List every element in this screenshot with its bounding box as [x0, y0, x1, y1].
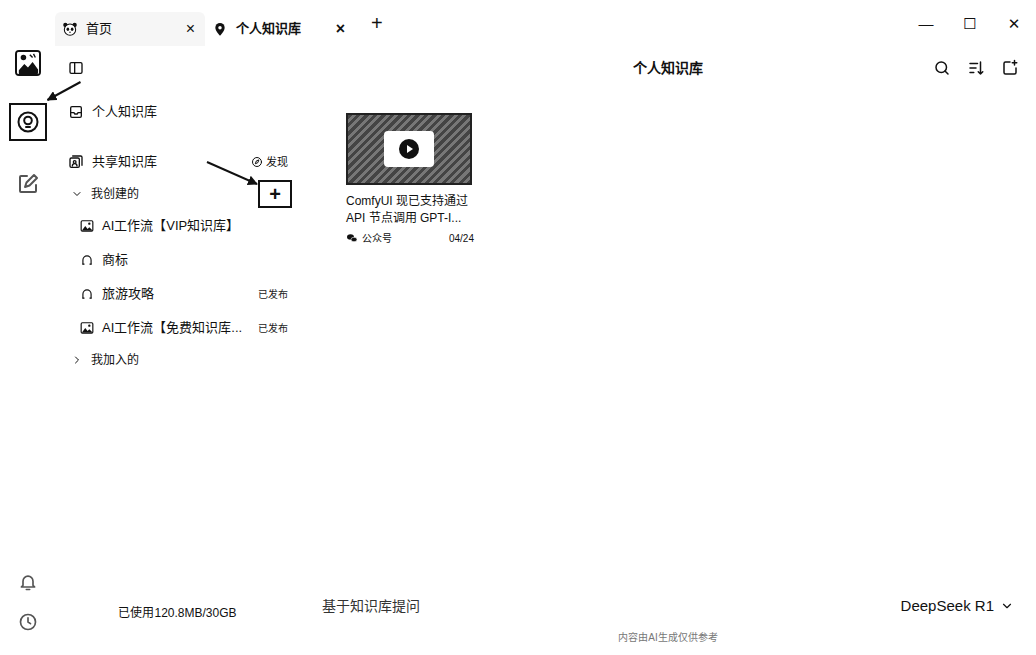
tab-label: 首页: [86, 19, 176, 39]
published-status: 已发布: [258, 287, 288, 302]
chevron-down-icon: [71, 188, 83, 200]
published-status: 已发布: [258, 321, 288, 336]
knowledge-base-item[interactable]: AI工作流【免费知识库... 已发布: [55, 311, 300, 345]
arch-icon: [80, 253, 94, 267]
bell-icon: [18, 572, 38, 592]
section-label: 个人知识库: [92, 102, 288, 122]
question-input[interactable]: [322, 592, 889, 621]
app-window: 首页 × 个人知识库 × + —☐✕ 个人知识库共享知识库 发现我创建的 + AI工作流【V…: [0, 0, 1036, 655]
card-grid: ComfyUI 现已支持通过 API 节点调用 GPT-I... 公众号 04/24: [300, 90, 1036, 586]
article-meta: 公众号 04/24: [346, 231, 474, 246]
annotation-arrow: [48, 82, 81, 100]
model-name: DeepSeek R1: [901, 595, 994, 618]
tab-close-button[interactable]: ×: [334, 21, 347, 37]
knowledge-base-item[interactable]: AI工作流【VIP知识库】: [55, 209, 300, 243]
article-source: 公众号: [346, 231, 392, 246]
rail-button[interactable]: [13, 107, 43, 137]
source-label: 公众号: [362, 231, 392, 246]
item-label: 旅游攻略: [102, 284, 250, 304]
user-avatar[interactable]: [15, 50, 41, 76]
add-note-icon: [1001, 59, 1019, 77]
main-panel: 个人知识库 ComfyUI 现已支持通过 API 节点调用 GPT-I... 公众号…: [300, 46, 1036, 655]
search-icon: [933, 59, 951, 77]
close-button[interactable]: ✕: [992, 6, 1036, 40]
image-icon: [80, 219, 94, 233]
chat-row: DeepSeek R1: [322, 586, 1014, 626]
inbox-icon: [68, 104, 84, 120]
group-label: 我加入的: [91, 351, 292, 369]
rail-bottom: [13, 567, 43, 637]
discover-link[interactable]: 发现: [251, 154, 288, 171]
article-card[interactable]: ComfyUI 现已支持通过 API 节点调用 GPT-I... 公众号 04/24: [346, 113, 474, 246]
image-icon: [80, 321, 94, 335]
history-button[interactable]: [13, 607, 43, 637]
annotation-layer: [0, 0, 1036, 655]
storage-usage: 已使用120.8MB/30GB: [55, 604, 300, 655]
tab-bar: 首页 × 个人知识库 × + —☐✕: [0, 0, 1036, 46]
article-date: 04/24: [449, 231, 474, 246]
annotation-arrow: [207, 162, 257, 184]
addnote-button[interactable]: [1000, 58, 1020, 78]
rail-highlight-box: [9, 165, 47, 203]
panda-icon: [62, 21, 78, 37]
sort-icon: [967, 59, 985, 77]
sort-button[interactable]: [966, 58, 986, 78]
notifications-button[interactable]: [13, 567, 43, 597]
add-knowledge-base-button[interactable]: +: [258, 180, 292, 208]
panel-toggle-icon[interactable]: [68, 60, 84, 76]
tab[interactable]: 首页 ×: [55, 12, 205, 46]
sidebar-section[interactable]: 个人知识库: [55, 95, 300, 129]
ai-disclaimer: 内容由AI生成仅供参考: [322, 630, 1014, 645]
new-tab-area: +: [355, 13, 393, 33]
item-label: AI工作流【免费知识库...: [102, 318, 250, 338]
thumbnail-frame: [384, 131, 434, 167]
knowledge-base-item[interactable]: 旅游攻略已发布: [55, 277, 300, 311]
main-header: 个人知识库: [300, 46, 1036, 90]
group-header[interactable]: 我创建的 +: [55, 179, 300, 209]
sidebar-header: [55, 46, 300, 90]
window-controls: —☐✕: [904, 6, 1036, 40]
model-selector[interactable]: DeepSeek R1: [901, 595, 1014, 618]
chevron-right-icon: [71, 354, 83, 366]
body-area: 个人知识库共享知识库发现我创建的+AI工作流【VIP知识库】商标旅游攻略已发布A…: [0, 46, 1036, 655]
knowledge-base-item[interactable]: 商标: [55, 243, 300, 277]
icon-rail: [0, 46, 55, 655]
section-label: 共享知识库: [92, 152, 243, 172]
item-label: 商标: [102, 250, 288, 270]
item-label: AI工作流【VIP知识库】: [102, 216, 288, 236]
chat-bar: DeepSeek R1 内容由AI生成仅供参考: [300, 586, 1036, 655]
sidebar-list: 个人知识库共享知识库发现我创建的+AI工作流【VIP知识库】商标旅游攻略已发布A…: [55, 90, 300, 604]
rail-highlight-box: [9, 103, 47, 141]
location-pin-icon: [212, 21, 228, 37]
group-header[interactable]: 我加入的: [55, 345, 300, 375]
search-button[interactable]: [932, 58, 952, 78]
compass-icon: [251, 156, 263, 168]
tab-list: 首页 × 个人知识库 ×: [55, 12, 355, 46]
toolbar: [932, 58, 1020, 78]
article-title: ComfyUI 现已支持通过 API 节点调用 GPT-I...: [346, 193, 474, 227]
tab-label: 个人知识库: [236, 19, 326, 39]
group-label: 我创建的: [91, 185, 250, 203]
article-thumbnail: [346, 113, 472, 185]
sidebar: 个人知识库共享知识库发现我创建的+AI工作流【VIP知识库】商标旅游攻略已发布A…: [55, 46, 300, 655]
tab[interactable]: 个人知识库 ×: [205, 12, 355, 46]
new-tab-button[interactable]: +: [361, 13, 393, 33]
rail-button[interactable]: [13, 169, 43, 199]
arch-icon: [80, 287, 94, 301]
maximize-button[interactable]: ☐: [948, 6, 992, 40]
edit-icon: [16, 172, 40, 196]
play-icon: [397, 137, 421, 161]
wechat-icon: [346, 232, 358, 244]
discover-label: 发现: [266, 154, 288, 171]
sidebar-section[interactable]: 共享知识库 发现: [55, 145, 300, 179]
clock-icon: [18, 612, 38, 632]
tab-close-button[interactable]: ×: [184, 21, 197, 37]
page-title: 个人知识库: [300, 58, 1036, 79]
shared-icon: [68, 154, 84, 170]
chevron-down-icon: [1000, 599, 1014, 613]
knowledge-icon: [16, 110, 40, 134]
minimize-button[interactable]: —: [904, 6, 948, 40]
